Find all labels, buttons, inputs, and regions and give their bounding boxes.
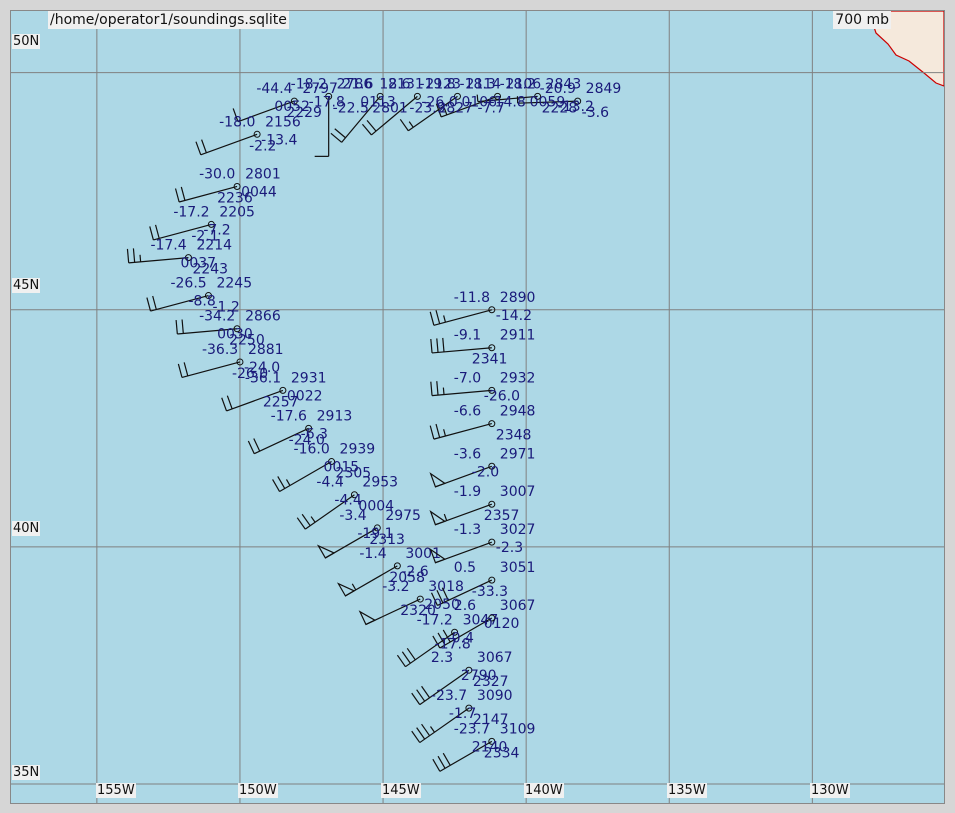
lon-label-140w: 140W xyxy=(524,783,564,798)
station-temp-label: -18.2 xyxy=(500,76,536,92)
station-temp-label: -44.4 xyxy=(256,81,292,97)
station-height-label: 3051 xyxy=(500,560,536,576)
station-height-label: 2932 xyxy=(500,370,536,386)
overlap-label: 2341 xyxy=(472,352,508,368)
overlap-label: -26.0 xyxy=(232,366,268,382)
pressure-level-label: 700 mb xyxy=(833,11,891,29)
station-temp-label: -19.8 xyxy=(419,76,455,92)
lon-label-135w: 135W xyxy=(667,783,707,798)
overlap-label: -3.6 xyxy=(582,105,609,121)
overlap-label: 0052 xyxy=(274,99,310,115)
station-temp-label: 0.5 xyxy=(454,560,476,576)
overlap-label: 0022 xyxy=(287,388,323,404)
overlap-label: 0015 xyxy=(324,460,360,476)
overlap-label: -2.2 xyxy=(249,138,276,154)
station-height-label: 2971 xyxy=(500,446,536,462)
overlap-label: -19.1 xyxy=(357,526,393,542)
station-temp-label: -6.6 xyxy=(454,404,481,420)
overlap-label: 2348 xyxy=(496,428,532,444)
lon-label-145w: 145W xyxy=(381,783,421,798)
station-height-label: 2931 xyxy=(291,370,327,386)
lat-label-40n: 40N xyxy=(12,521,41,536)
barb-half xyxy=(139,254,142,262)
station-height-label: 2849 xyxy=(586,81,622,97)
station-temp-label: -3.6 xyxy=(454,446,481,462)
station-temp-label: -9.1 xyxy=(454,328,481,344)
overlap-label: 0120 xyxy=(484,616,520,632)
overlap-label: -23.9 xyxy=(409,100,445,116)
station-temp-label: -26.5 xyxy=(170,276,206,292)
lon-label-130w: 130W xyxy=(810,783,850,798)
station-height-label: 3090 xyxy=(477,688,513,704)
station-height-label: 2866 xyxy=(245,309,281,325)
overlap-label: 0044 xyxy=(241,184,277,200)
station-temp-label: -30.0 xyxy=(199,166,235,182)
overlap-label: 0004 xyxy=(358,499,394,515)
station-height-label: 2890 xyxy=(500,290,536,306)
overlap-label: -14.2 xyxy=(496,308,532,324)
overlap-label: 0030 xyxy=(217,327,253,343)
overlap-label: -33.3 xyxy=(472,584,508,600)
station-height-label: 3027 xyxy=(500,522,536,538)
station-temp-label: 18.6 xyxy=(379,76,410,92)
station-height-label: 2913 xyxy=(317,408,353,424)
station-temp-label: -1.4 xyxy=(359,546,386,562)
overlap-label: 0037 xyxy=(180,256,216,272)
station-temp-label: -7.0 xyxy=(454,370,481,386)
station-height-label: 2948 xyxy=(500,404,536,420)
station-height-label: 2911 xyxy=(500,328,536,344)
station-temp-label: -18.0 xyxy=(219,114,255,130)
overlap-label: -24.0 xyxy=(289,432,325,448)
database-path-label: /home/operator1/soundings.sqlite xyxy=(48,11,289,29)
overlap-label: -1.2 xyxy=(212,300,239,316)
overlap-label: 2790 xyxy=(461,668,497,684)
station-height-label: 2245 xyxy=(216,276,252,292)
station-height-label: 2939 xyxy=(340,442,376,458)
station-height-label: 3007 xyxy=(500,484,536,500)
overlap-label: 2140 xyxy=(472,739,508,755)
station-height-label: 3001 xyxy=(405,546,441,562)
overlap-label: -2.0 xyxy=(472,464,499,480)
overlap-label: -17.8 xyxy=(435,636,471,652)
overlap-label: 2058 xyxy=(389,570,425,586)
overlap-label: 0059 xyxy=(530,94,566,110)
overlap-label: 0113 xyxy=(360,94,396,110)
station-temp-label: -17.2 xyxy=(173,204,209,220)
map-canvas[interactable]: -18.2 278621.6 213118.6 2123-19.8 2114-18.3 2… xyxy=(11,11,944,803)
station-temp-label: -1.3 xyxy=(454,522,481,538)
lat-label-50n: 50N xyxy=(12,34,41,49)
lat-label-45n: 45N xyxy=(12,278,41,293)
station-height-label: 3067 xyxy=(500,598,536,614)
overlap-label: 2147 xyxy=(473,712,509,728)
station-temp-label: -1.9 xyxy=(454,484,481,500)
station-temp-label: -17.4 xyxy=(150,238,186,254)
overlap-label: -7.7 xyxy=(478,100,505,116)
station-temp-label: -18.3 xyxy=(460,76,496,92)
station-height-label: 2801 xyxy=(245,166,281,182)
station-height-label: 3018 xyxy=(428,579,464,595)
overlap-label: 2050 xyxy=(424,597,460,613)
map-viewport[interactable]: -18.2 2786 21.6 2131 18.6 2123 -19.8 2114 -18.3 2… xyxy=(10,10,945,804)
station-temp-label: -11.8 xyxy=(454,290,490,306)
lat-label-35n: 35N xyxy=(12,765,41,780)
station-temp-label: -17.6 xyxy=(271,408,307,424)
lon-label-150w: 150W xyxy=(238,783,278,798)
station-temp-label: 21.6 xyxy=(342,76,373,92)
barb-half xyxy=(442,387,445,395)
station-temp-label: 2.3 xyxy=(431,650,453,666)
station-height-label: 3067 xyxy=(477,650,513,666)
station-temp-label: -23.7 xyxy=(431,688,467,704)
overlap-label: -26.0 xyxy=(484,388,520,404)
lon-label-155w: 155W xyxy=(96,783,136,798)
overlap-label: -2.1 xyxy=(191,228,218,244)
station-height-label: 2205 xyxy=(219,204,255,220)
overlap-label: -2.3 xyxy=(496,540,523,556)
overlap-label: 2357 xyxy=(484,508,520,524)
